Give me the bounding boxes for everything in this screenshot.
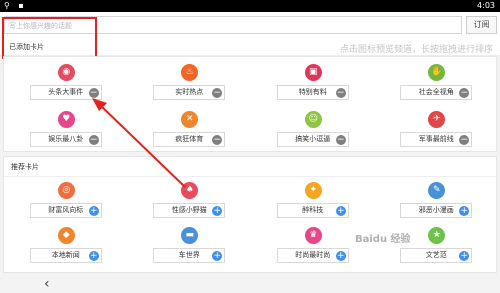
annotation-arrow [92,98,186,188]
back-icon[interactable]: ‹ [44,277,50,291]
watermark: Baidu 经验 [355,234,411,245]
navigation-bar: ‹ [0,277,500,293]
